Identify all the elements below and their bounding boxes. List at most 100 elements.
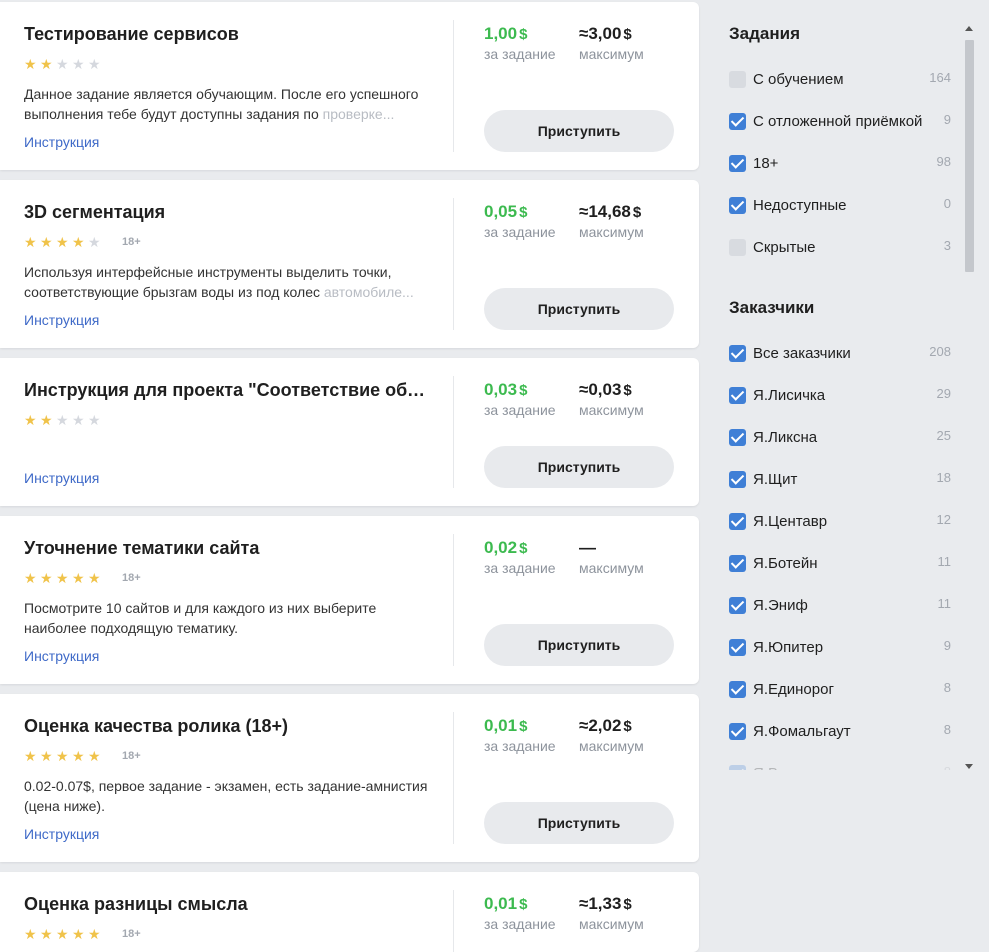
filter-checkbox-item[interactable]: Я.Юпитер 9	[729, 638, 951, 658]
filter-label[interactable]: Я.Лисичка	[753, 387, 825, 404]
start-task-button[interactable]: Приступить	[484, 446, 674, 488]
card-divider	[453, 890, 454, 952]
max-value: ≈14,68	[579, 202, 631, 221]
rating-star-icon: ★	[72, 926, 85, 942]
instruction-link[interactable]: Инструкция	[24, 470, 99, 486]
rating-star-icon: ★	[56, 56, 69, 72]
filter-label[interactable]: 18+	[753, 155, 778, 172]
instruction-link[interactable]: Инструкция	[24, 826, 99, 842]
filter-checkbox-item[interactable]: Я.Лисичка 29	[729, 386, 951, 406]
filter-label[interactable]: Я.Фомальгаут	[753, 723, 851, 740]
checkbox-checked-icon[interactable]	[729, 555, 746, 572]
checkbox-checked-icon[interactable]	[729, 597, 746, 614]
task-title[interactable]: Тестирование сервисов	[24, 24, 434, 45]
task-card[interactable]: Тестирование сервисов ★ ★ ★ ★ ★ Данное задание…	[0, 2, 699, 170]
start-task-button[interactable]: Приступить	[484, 802, 674, 844]
task-card[interactable]: Инструкция для проекта "Соответствие объ…	[0, 358, 699, 506]
max-value: ≈1,33	[579, 894, 622, 913]
checkbox-unchecked-icon[interactable]	[729, 71, 746, 88]
filter-checkbox-item[interactable]: Я.Щит 18	[729, 470, 951, 490]
rating-star-icon: ★	[72, 234, 85, 250]
card-divider	[453, 376, 454, 488]
checkbox-checked-icon[interactable]	[729, 639, 746, 656]
scrollbar-thumb[interactable]	[965, 40, 974, 272]
task-card[interactable]: 3D сегментация ★ ★ ★ ★ ★ 18+ Используя интерфей…	[0, 180, 699, 348]
task-rating: ★ ★ ★ ★ ★ 18+	[24, 234, 141, 250]
checkbox-checked-icon[interactable]	[729, 155, 746, 172]
checkbox-checked-icon[interactable]	[729, 681, 746, 698]
filter-checkbox-item[interactable]: Я.Фомальгаут 8	[729, 722, 951, 742]
filter-checkbox-item[interactable]: С отложенной приёмкой 9	[729, 112, 951, 132]
task-card[interactable]: Уточнение тематики сайта ★ ★ ★ ★ ★ 18+ Посмотри…	[0, 516, 699, 684]
checkbox-checked-icon[interactable]	[729, 723, 746, 740]
task-card[interactable]: Оценка качества ролика (18+) ★ ★ ★ ★ ★ 18+ 0.02…	[0, 694, 699, 862]
filter-checkbox-item[interactable]: Все заказчики 208	[729, 344, 951, 364]
checkbox-checked-icon[interactable]	[729, 113, 746, 130]
filter-checkbox-item[interactable]: Я.Вега 8	[729, 764, 951, 770]
filter-checkbox-item[interactable]: Я.Ботейн 11	[729, 554, 951, 574]
checkbox-checked-icon[interactable]	[729, 765, 746, 770]
checkbox-checked-icon[interactable]	[729, 513, 746, 530]
filter-label[interactable]: Я.Щит	[753, 471, 797, 488]
filter-checkbox-item[interactable]: С обучением 164	[729, 70, 951, 90]
filter-label[interactable]: С обучением	[753, 71, 844, 88]
task-rating: ★ ★ ★ ★ ★	[24, 412, 104, 428]
filter-checkbox-item[interactable]: Я.Ликсна 25	[729, 428, 951, 448]
filter-label[interactable]: Я.Центавр	[753, 513, 827, 530]
max-label: максимум	[579, 738, 644, 754]
instruction-link[interactable]: Инструкция	[24, 648, 99, 664]
checkbox-checked-icon[interactable]	[729, 429, 746, 446]
filter-label[interactable]: Все заказчики	[753, 345, 851, 362]
max-value: —	[579, 538, 596, 557]
filter-label[interactable]: Я.Вега	[753, 765, 800, 770]
task-description: Посмотрите 10 сайтов и для каждого из ни…	[24, 598, 434, 638]
start-task-button[interactable]: Приступить	[484, 288, 674, 330]
filter-panel: Задания Заказчики С обучением 164 С отложе…	[729, 0, 959, 770]
max-currency: $	[623, 26, 632, 43]
filter-checkbox-item[interactable]: Я.Эниф 11	[729, 596, 951, 616]
task-title[interactable]: Оценка качества ролика (18+)	[24, 716, 434, 737]
scroll-down-arrow-icon[interactable]	[965, 764, 973, 769]
price-label: за задание	[484, 402, 556, 418]
filter-label[interactable]: Я.Эниф	[753, 597, 808, 614]
filter-checkbox-item[interactable]: Недоступные 0	[729, 196, 951, 216]
scroll-up-arrow-icon[interactable]	[965, 26, 973, 31]
checkbox-checked-icon[interactable]	[729, 197, 746, 214]
checkbox-unchecked-icon[interactable]	[729, 239, 746, 256]
instruction-link[interactable]: Инструкция	[24, 312, 99, 328]
max-label: максимум	[579, 224, 644, 240]
checkbox-checked-icon[interactable]	[729, 387, 746, 404]
task-price: 0,01 $ за задание	[484, 716, 556, 754]
rating-star-icon: ★	[40, 748, 53, 764]
filter-label[interactable]: Я.Ликсна	[753, 429, 817, 446]
filter-label[interactable]: Скрытые	[753, 239, 816, 256]
filter-label[interactable]: Я.Единорог	[753, 681, 834, 698]
price-label: за задание	[484, 560, 556, 576]
checkbox-checked-icon[interactable]	[729, 345, 746, 362]
instruction-link[interactable]: Инструкция	[24, 134, 99, 150]
start-task-button[interactable]: Приступить	[484, 624, 674, 666]
checkbox-checked-icon[interactable]	[729, 471, 746, 488]
filter-checkbox-item[interactable]: Я.Центавр 12	[729, 512, 951, 532]
task-title[interactable]: Уточнение тематики сайта	[24, 538, 434, 559]
filter-checkbox-item[interactable]: Скрытые 3	[729, 238, 951, 258]
filter-checkbox-item[interactable]: Я.Единорог 8	[729, 680, 951, 700]
task-title[interactable]: Оценка разницы смысла	[24, 894, 434, 915]
task-card[interactable]: Оценка разницы смысла ★ ★ ★ ★ ★ 18+ 0,01 $ за зад…	[0, 872, 699, 952]
filter-count: 3	[943, 238, 951, 253]
max-value: ≈0,03	[579, 380, 622, 399]
task-title[interactable]: 3D сегментация	[24, 202, 434, 223]
filter-checkbox-item[interactable]: 18+ 98	[729, 154, 951, 174]
task-title[interactable]: Инструкция для проекта "Соответствие объ…	[24, 380, 434, 401]
start-task-button[interactable]: Приступить	[484, 110, 674, 152]
filter-label[interactable]: Я.Юпитер	[753, 639, 823, 656]
filter-label[interactable]: Недоступные	[753, 197, 847, 214]
task-max-earning: ≈2,02 $ максимум	[579, 716, 644, 754]
rating-star-icon: ★	[88, 926, 101, 942]
sidebar-scrollbar[interactable]	[962, 24, 976, 772]
filter-label[interactable]: Я.Ботейн	[753, 555, 818, 572]
filter-label[interactable]: С отложенной приёмкой	[753, 113, 922, 130]
rating-star-icon: ★	[72, 56, 85, 72]
task-price: 0,05 $ за задание	[484, 202, 556, 240]
task-max-earning: — максимум	[579, 538, 644, 576]
